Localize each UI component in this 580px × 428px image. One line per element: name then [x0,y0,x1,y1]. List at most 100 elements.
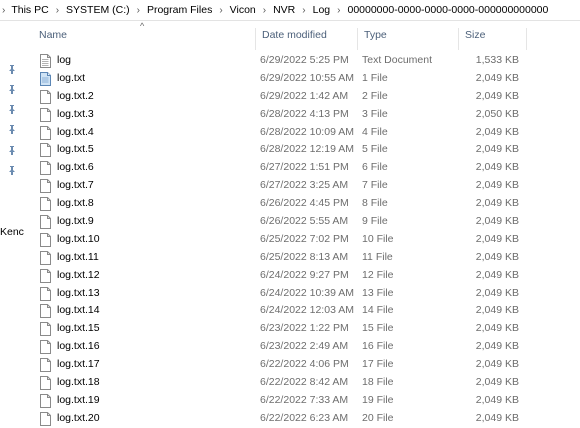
file-name[interactable]: log.txt.4 [57,124,94,142]
breadcrumb-this-pc[interactable]: This PC [10,4,49,16]
file-row[interactable]: log.txt.12 6/24/2022 9:27 PM 12 File 2,049 … [24,267,580,285]
text-document-icon [40,54,51,68]
breadcrumb-separator-icon[interactable]: › [219,5,222,16]
breadcrumb-system-drive[interactable]: SYSTEM (C:) [65,4,131,16]
file-name[interactable]: log.txt.13 [57,285,100,303]
file-name[interactable]: log.txt.2 [57,88,94,106]
file-name[interactable]: log.txt.18 [57,374,100,392]
address-bar-breadcrumb[interactable]: › This PC › SYSTEM (C:) › Program Files … [0,0,580,21]
breadcrumb-separator-icon[interactable]: › [137,5,140,16]
file-name[interactable]: log.txt.7 [57,177,94,195]
column-header-date-modified[interactable]: Date modified [255,28,357,50]
nav-item-label-truncated[interactable]: Kenc [0,226,24,238]
file-name[interactable]: log.txt.17 [57,356,100,374]
blank-file-icon [40,107,51,122]
file-type: Text Document [362,54,433,66]
file-size: 2,049 KB [475,71,519,84]
breadcrumb-separator-icon[interactable]: › [337,5,340,16]
breadcrumb-nvr[interactable]: NVR [272,4,296,16]
file-row[interactable]: log.txt.19 6/22/2022 7:33 AM 19 File 2,049 … [24,392,580,410]
file-row[interactable]: log 6/29/2022 5:25 PM Text Document 1,533 K… [24,52,580,70]
pin-icon[interactable] [8,125,16,134]
file-date-modified: 6/23/2022 2:49 AM [260,340,349,353]
file-size: 2,049 KB [475,250,519,263]
file-size: 2,049 KB [475,143,519,156]
file-size: 2,049 KB [475,161,519,174]
file-row[interactable]: log.txt.3 6/28/2022 4:13 PM 3 File 2,050 KB [24,106,580,124]
file-size: 2,049 KB [475,125,519,138]
file-row[interactable]: log.txt.2 6/29/2022 1:42 AM 2 File 2,049 KB [24,88,580,106]
file-row[interactable]: log.txt.17 6/22/2022 4:06 PM 17 File 2,049 … [24,356,580,374]
file-name[interactable]: log.txt.5 [57,141,94,159]
blank-file-icon [40,125,51,140]
file-date-modified: 6/22/2022 6:23 AM [260,411,349,424]
file-row[interactable]: log.txt 6/29/2022 10:55 AM 1 File 2,049 KB [24,70,580,88]
file-name[interactable]: log.txt.3 [57,106,94,124]
column-header-divider[interactable] [526,28,536,50]
file-name[interactable]: log.txt.20 [57,410,100,428]
file-name[interactable]: log.txt.11 [57,249,99,267]
file-size: 2,049 KB [475,232,519,245]
file-row[interactable]: log.txt.18 6/22/2022 8:42 AM 18 File 2,049 … [24,374,580,392]
breadcrumb-separator-icon[interactable]: › [263,5,266,16]
file-name[interactable]: log.txt.15 [57,320,100,338]
breadcrumb-guid-folder[interactable]: 00000000-0000-0000-0000-000000000000 [346,4,549,16]
file-row[interactable]: log.txt.10 6/25/2022 7:02 PM 10 File 2,049 … [24,231,580,249]
file-date-modified: 6/28/2022 10:09 AM [260,125,354,138]
file-size: 2,049 KB [475,322,519,335]
file-size: 2,049 KB [475,340,519,353]
file-type: 11 File [362,250,393,263]
file-type: 5 File [362,143,388,156]
file-row[interactable]: log.txt.4 6/28/2022 10:09 AM 4 File 2,049 K… [24,124,580,142]
file-row[interactable]: log.txt.13 6/24/2022 10:39 AM 13 File 2,049… [24,285,580,303]
file-type: 13 File [362,286,394,299]
file-row[interactable]: log.txt.8 6/26/2022 4:45 PM 8 File 2,049 KB [24,195,580,213]
file-row[interactable]: log.txt.20 6/22/2022 6:23 AM 20 File 2,049 … [24,410,580,428]
breadcrumb-chevron-icon[interactable]: › [2,5,5,16]
file-row[interactable]: log.txt.14 6/24/2022 12:03 AM 14 File 2,049… [24,302,580,320]
blank-file-icon [40,89,51,104]
file-row[interactable]: log.txt.5 6/28/2022 12:19 AM 5 File 2,049 K… [24,141,580,159]
file-date-modified: 6/27/2022 3:25 AM [260,179,349,192]
pin-icon[interactable] [8,85,16,94]
file-row[interactable]: log.txt.16 6/23/2022 2:49 AM 16 File 2,049 … [24,338,580,356]
file-name[interactable]: log.txt.8 [57,195,94,213]
file-size: 2,049 KB [475,179,519,192]
column-header-name[interactable]: Name [33,28,258,50]
file-type: 10 File [362,232,394,245]
file-row[interactable]: log.txt.7 6/27/2022 3:25 AM 7 File 2,049 KB [24,177,580,195]
file-row[interactable]: log.txt.11 6/25/2022 8:13 AM 11 File 2,049 … [24,249,580,267]
file-name[interactable]: log.txt.12 [57,267,100,285]
breadcrumb-vicon[interactable]: Vicon [229,4,257,16]
file-name[interactable]: log.txt.19 [57,392,100,410]
breadcrumb-log[interactable]: Log [312,4,332,16]
pin-icon[interactable] [8,65,16,74]
file-type: 7 File [362,179,388,192]
file-row[interactable]: log.txt.15 6/23/2022 1:22 PM 15 File 2,049 … [24,320,580,338]
breadcrumb-separator-icon[interactable]: › [302,5,305,16]
file-name[interactable]: log.txt.14 [57,302,100,320]
breadcrumb-separator-icon[interactable]: › [56,5,59,16]
blank-file-icon [40,376,51,391]
file-name[interactable]: log.txt.16 [57,338,100,356]
pin-icon[interactable] [8,146,16,155]
file-name[interactable]: log.txt.9 [57,213,94,231]
file-name[interactable]: log.txt.6 [57,159,94,177]
file-name[interactable]: log [57,52,71,70]
blank-file-icon [40,143,51,158]
file-date-modified: 6/25/2022 8:13 AM [260,250,349,263]
file-row[interactable]: log.txt.9 6/26/2022 5:55 AM 9 File 2,049 KB [24,213,580,231]
column-header-size[interactable]: Size [458,28,526,50]
blank-file-icon [40,340,51,355]
file-row[interactable]: log.txt.6 6/27/2022 1:51 PM 6 File 2,049 KB [24,159,580,177]
column-header-type[interactable]: Type [357,28,458,50]
file-name[interactable]: log.txt [57,70,85,88]
pin-icon[interactable] [8,105,16,114]
file-date-modified: 6/22/2022 8:42 AM [260,376,349,389]
breadcrumb-program-files[interactable]: Program Files [146,4,213,16]
file-type: 17 File [362,358,394,371]
file-name[interactable]: log.txt.10 [57,231,100,249]
file-type: 19 File [362,393,394,406]
pin-icon[interactable] [8,166,16,175]
file-type: 16 File [362,340,394,353]
